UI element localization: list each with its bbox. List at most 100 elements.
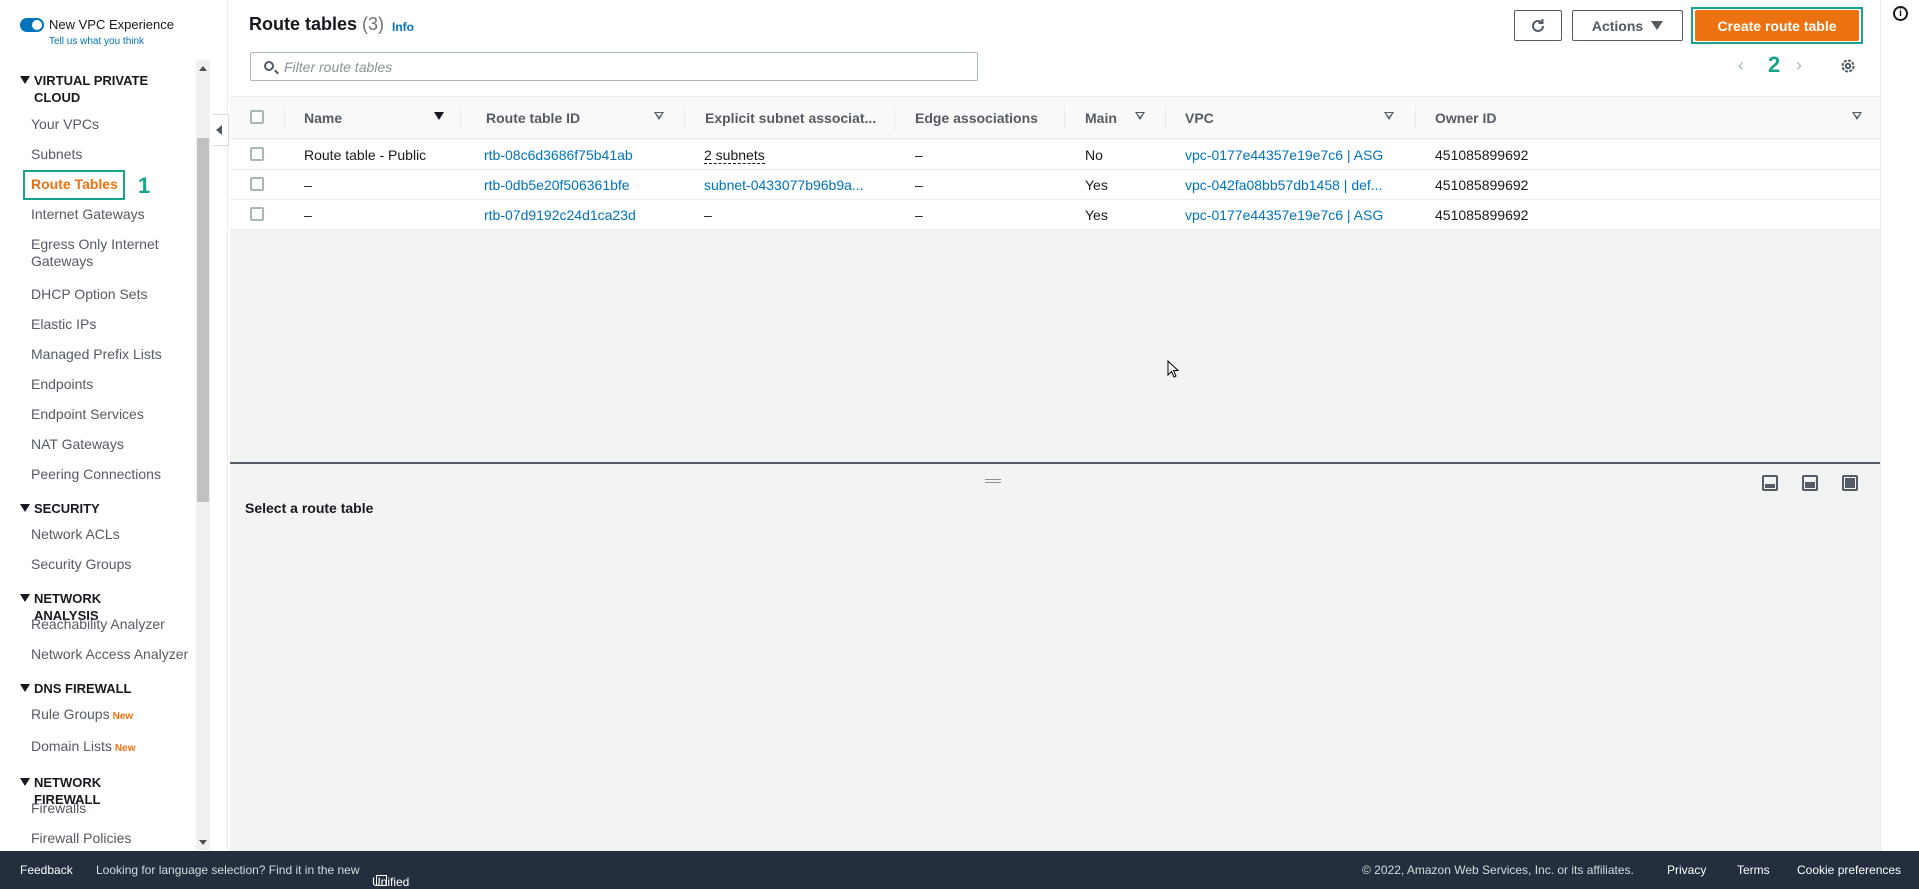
section-virtual-private-cloud[interactable]: VIRTUAL PRIVATE CLOUD <box>20 72 180 106</box>
info-link[interactable]: Info <box>392 20 414 34</box>
select-all-checkbox[interactable] <box>250 110 264 124</box>
filter-route-tables[interactable] <box>250 52 978 81</box>
row-checkbox[interactable] <box>250 177 264 191</box>
sidebar-item-peering-connections[interactable]: Peering Connections <box>31 466 161 483</box>
cell-vpc[interactable]: vpc-0177e44357e19e7c6 | ASG <box>1185 147 1383 163</box>
sidebar-item-endpoints[interactable]: Endpoints <box>31 376 93 393</box>
sidebar-item-your-vpcs[interactable]: Your VPCs <box>31 116 99 133</box>
split-side-icon[interactable] <box>1802 475 1818 491</box>
table-row[interactable]: – rtb-0db5e20f506361bfe subnet-0433077b9… <box>230 170 1880 200</box>
cell-name: – <box>304 207 312 223</box>
sidebar-item-firewall-policies[interactable]: Firewall Policies <box>31 830 131 847</box>
cell-vpc[interactable]: vpc-042fa08bb57db1458 | def... <box>1185 177 1382 193</box>
sidebar-item-nat-gateways[interactable]: NAT Gateways <box>31 436 124 453</box>
sidebar-item-elastic-ips[interactable]: Elastic IPs <box>31 316 96 333</box>
annotation-step-2: 2 <box>1768 52 1781 77</box>
column-separator <box>1064 105 1065 131</box>
row-checkbox[interactable] <box>250 147 264 161</box>
next-page-icon[interactable]: › <box>1796 55 1802 76</box>
sidebar-item-reachability-analyzer[interactable]: Reachability Analyzer <box>31 616 165 633</box>
column-explicit-subnet-associations[interactable]: Explicit subnet associat... <box>705 110 876 126</box>
scroll-down-icon[interactable] <box>199 840 207 845</box>
sort-icon[interactable] <box>654 112 664 120</box>
sort-icon[interactable] <box>1384 112 1394 120</box>
sidebar-scroll-thumb[interactable] <box>197 138 209 502</box>
sidebar-item-endpoint-services[interactable]: Endpoint Services <box>31 406 144 423</box>
column-main[interactable]: Main <box>1085 110 1117 126</box>
cell-subnet-associations[interactable]: subnet-0433077b96b9a... <box>704 177 864 193</box>
row-checkbox[interactable] <box>250 207 264 221</box>
resize-handle-icon[interactable] <box>985 479 1001 483</box>
cell-route-table-id[interactable]: rtb-08c6d3686f75b41ab <box>484 147 633 163</box>
create-route-table-button[interactable]: Create route table <box>1695 10 1859 41</box>
page-title-text: Route tables <box>249 14 358 34</box>
refresh-icon <box>1532 18 1544 32</box>
section-dns-firewall[interactable]: DNS FIREWALL <box>20 680 180 697</box>
column-edge-associations[interactable]: Edge associations <box>915 110 1038 126</box>
section-security[interactable]: SECURITY <box>20 500 180 517</box>
new-vpc-experience-toggle[interactable] <box>20 18 44 32</box>
cell-owner-id: 451085899692 <box>1435 207 1529 223</box>
external-link-icon <box>376 875 387 886</box>
cell-main: Yes <box>1085 207 1108 223</box>
split-panel-title: Select a route table <box>245 500 374 516</box>
footer-feedback[interactable]: Feedback <box>20 863 73 877</box>
sidebar-item-dhcp-option-sets[interactable]: DHCP Option Sets <box>31 286 147 303</box>
sort-icon[interactable] <box>1852 112 1862 120</box>
footer-cookie-preferences[interactable]: Cookie preferences <box>1797 863 1901 877</box>
filter-input[interactable] <box>284 58 964 76</box>
cell-route-table-id[interactable]: rtb-07d9192c24d1ca23d <box>484 207 636 223</box>
feedback-link[interactable]: Tell us what you think <box>49 36 144 47</box>
new-badge: New <box>114 743 136 754</box>
info-icon[interactable]: i <box>1893 6 1908 21</box>
column-route-table-id[interactable]: Route table ID <box>486 110 580 126</box>
sidebar-item-domain-lists[interactable]: Domain Lists New <box>31 738 135 757</box>
mouse-cursor-icon <box>1167 360 1179 378</box>
column-separator <box>1165 105 1166 131</box>
refresh-button[interactable] <box>1514 10 1562 41</box>
expand-triangle-icon <box>20 504 30 512</box>
cell-owner-id: 451085899692 <box>1435 177 1529 193</box>
actions-dropdown[interactable]: Actions <box>1572 10 1683 41</box>
sidebar-item-firewalls[interactable]: Firewalls <box>31 800 86 817</box>
footer-terms[interactable]: Terms <box>1737 863 1770 877</box>
column-separator <box>284 105 285 131</box>
table-row[interactable]: Route table - Public rtb-08c6d3686f75b41… <box>230 140 1880 170</box>
page-title: Route tables (3) <box>249 14 384 35</box>
gear-icon[interactable] <box>1840 58 1856 74</box>
cell-name: – <box>304 177 312 193</box>
sort-descending-icon[interactable] <box>434 112 444 120</box>
cell-subnet-associations[interactable]: 2 subnets <box>704 147 765 164</box>
sidebar-item-internet-gateways[interactable]: Internet Gateways <box>31 206 145 223</box>
sidebar-item-managed-prefix-lists[interactable]: Managed Prefix Lists <box>31 346 162 363</box>
previous-page-icon[interactable]: ‹ <box>1738 55 1744 76</box>
sidebar-item-route-tables[interactable]: Route Tables <box>31 176 118 193</box>
sidebar-item-security-groups[interactable]: Security Groups <box>31 556 131 573</box>
column-separator <box>460 105 461 131</box>
caret-down-icon <box>1651 21 1664 30</box>
column-separator <box>1415 105 1416 131</box>
column-name[interactable]: Name <box>304 110 342 126</box>
sidebar-item-rule-groups[interactable]: Rule Groups New <box>31 706 133 725</box>
new-vpc-experience-label: New VPC Experience <box>49 17 174 32</box>
expand-triangle-icon <box>20 778 30 786</box>
split-full-icon[interactable] <box>1842 475 1858 491</box>
footer-privacy[interactable]: Privacy <box>1667 863 1706 877</box>
sidebar-item-egress-only-internet-gateways[interactable]: Egress Only Internet Gateways <box>31 236 181 270</box>
scroll-up-icon[interactable] <box>199 66 207 71</box>
cell-route-table-id[interactable]: rtb-0db5e20f506361bfe <box>484 177 630 193</box>
collapse-sidebar-button[interactable] <box>213 114 229 146</box>
sidebar-item-subnets[interactable]: Subnets <box>31 146 82 163</box>
annotation-step-1: 1 <box>138 173 151 198</box>
sidebar-item-network-access-analyzer[interactable]: Network Access Analyzer <box>31 646 188 663</box>
sidebar-item-network-acls[interactable]: Network ACLs <box>31 526 120 543</box>
sort-icon[interactable] <box>1135 112 1145 120</box>
column-vpc[interactable]: VPC <box>1185 110 1214 126</box>
footer-copyright: © 2022, Amazon Web Services, Inc. or its… <box>1362 863 1634 877</box>
cell-edge-associations: – <box>915 207 923 223</box>
table-row[interactable]: – rtb-07d9192c24d1ca23d – – Yes vpc-0177… <box>230 200 1880 230</box>
cell-vpc[interactable]: vpc-0177e44357e19e7c6 | ASG <box>1185 207 1383 223</box>
column-owner-id[interactable]: Owner ID <box>1435 110 1496 126</box>
column-separator <box>684 105 685 131</box>
split-bottom-icon[interactable] <box>1762 475 1778 491</box>
